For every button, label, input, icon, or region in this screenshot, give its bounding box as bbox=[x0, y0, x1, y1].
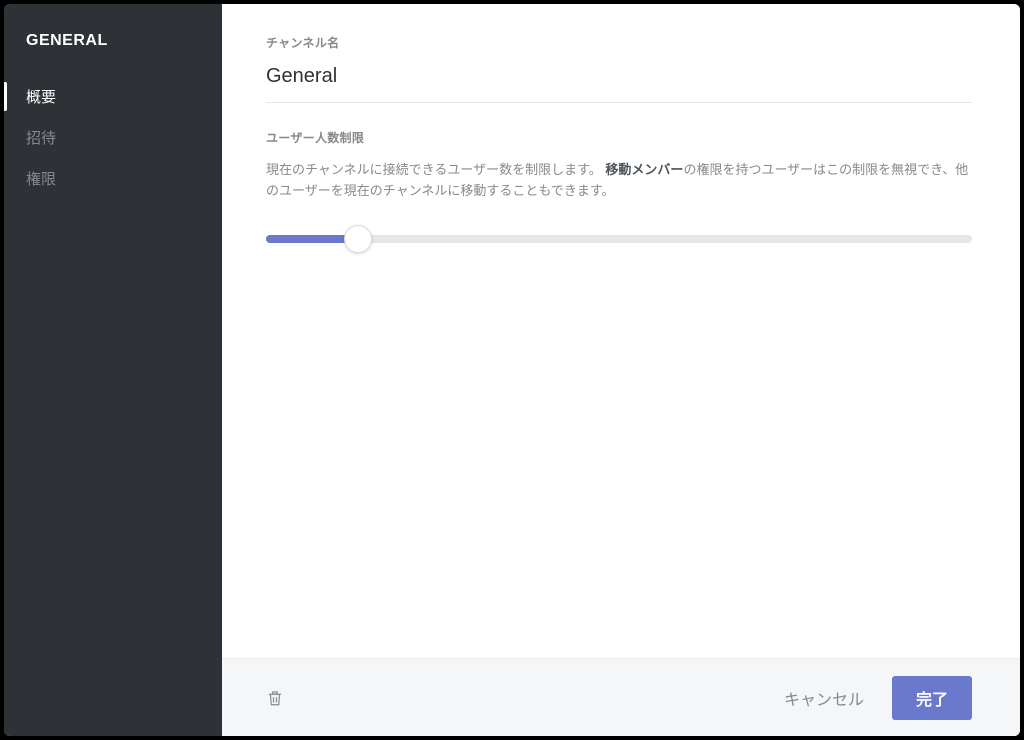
sidebar-item-overview[interactable]: 概要 bbox=[4, 76, 222, 117]
sidebar-item-invites[interactable]: 招待 bbox=[4, 117, 222, 158]
sidebar: GENERAL 概要 招待 権限 bbox=[4, 4, 222, 736]
sidebar-title: GENERAL bbox=[4, 28, 222, 76]
channel-name-label: チャンネル名 bbox=[266, 34, 972, 51]
sidebar-item-label: 概要 bbox=[26, 89, 56, 106]
slider-track bbox=[266, 235, 972, 243]
sidebar-item-permissions[interactable]: 権限 bbox=[4, 158, 222, 199]
desc-strong: 移動メンバー bbox=[605, 162, 683, 177]
slider-thumb[interactable] bbox=[344, 225, 372, 253]
done-button[interactable]: 完了 bbox=[892, 676, 972, 720]
trash-icon bbox=[266, 688, 284, 708]
cancel-button[interactable]: キャンセル bbox=[766, 676, 882, 720]
settings-modal: GENERAL 概要 招待 権限 チャンネル名 ユーザー人数制限 現在のチャンネ… bbox=[4, 4, 1020, 736]
user-limit-description: 現在のチャンネルに接続できるユーザー数を制限します。 移動メンバーの権限を持つユ… bbox=[266, 160, 972, 202]
user-limit-slider[interactable] bbox=[266, 224, 972, 254]
channel-name-input[interactable] bbox=[266, 65, 972, 88]
desc-pre: 現在のチャンネルに接続できるユーザー数を制限します。 bbox=[266, 162, 602, 177]
sidebar-item-label: 招待 bbox=[26, 130, 56, 147]
sidebar-item-label: 権限 bbox=[26, 171, 56, 188]
channel-name-row bbox=[266, 65, 972, 103]
main-panel: チャンネル名 ユーザー人数制限 現在のチャンネルに接続できるユーザー数を制限しま… bbox=[222, 4, 1020, 736]
user-limit-label: ユーザー人数制限 bbox=[266, 129, 972, 146]
footer-bar: キャンセル 完了 bbox=[222, 658, 1020, 736]
content-area: チャンネル名 ユーザー人数制限 現在のチャンネルに接続できるユーザー数を制限しま… bbox=[222, 4, 1020, 658]
delete-button[interactable] bbox=[266, 688, 284, 708]
